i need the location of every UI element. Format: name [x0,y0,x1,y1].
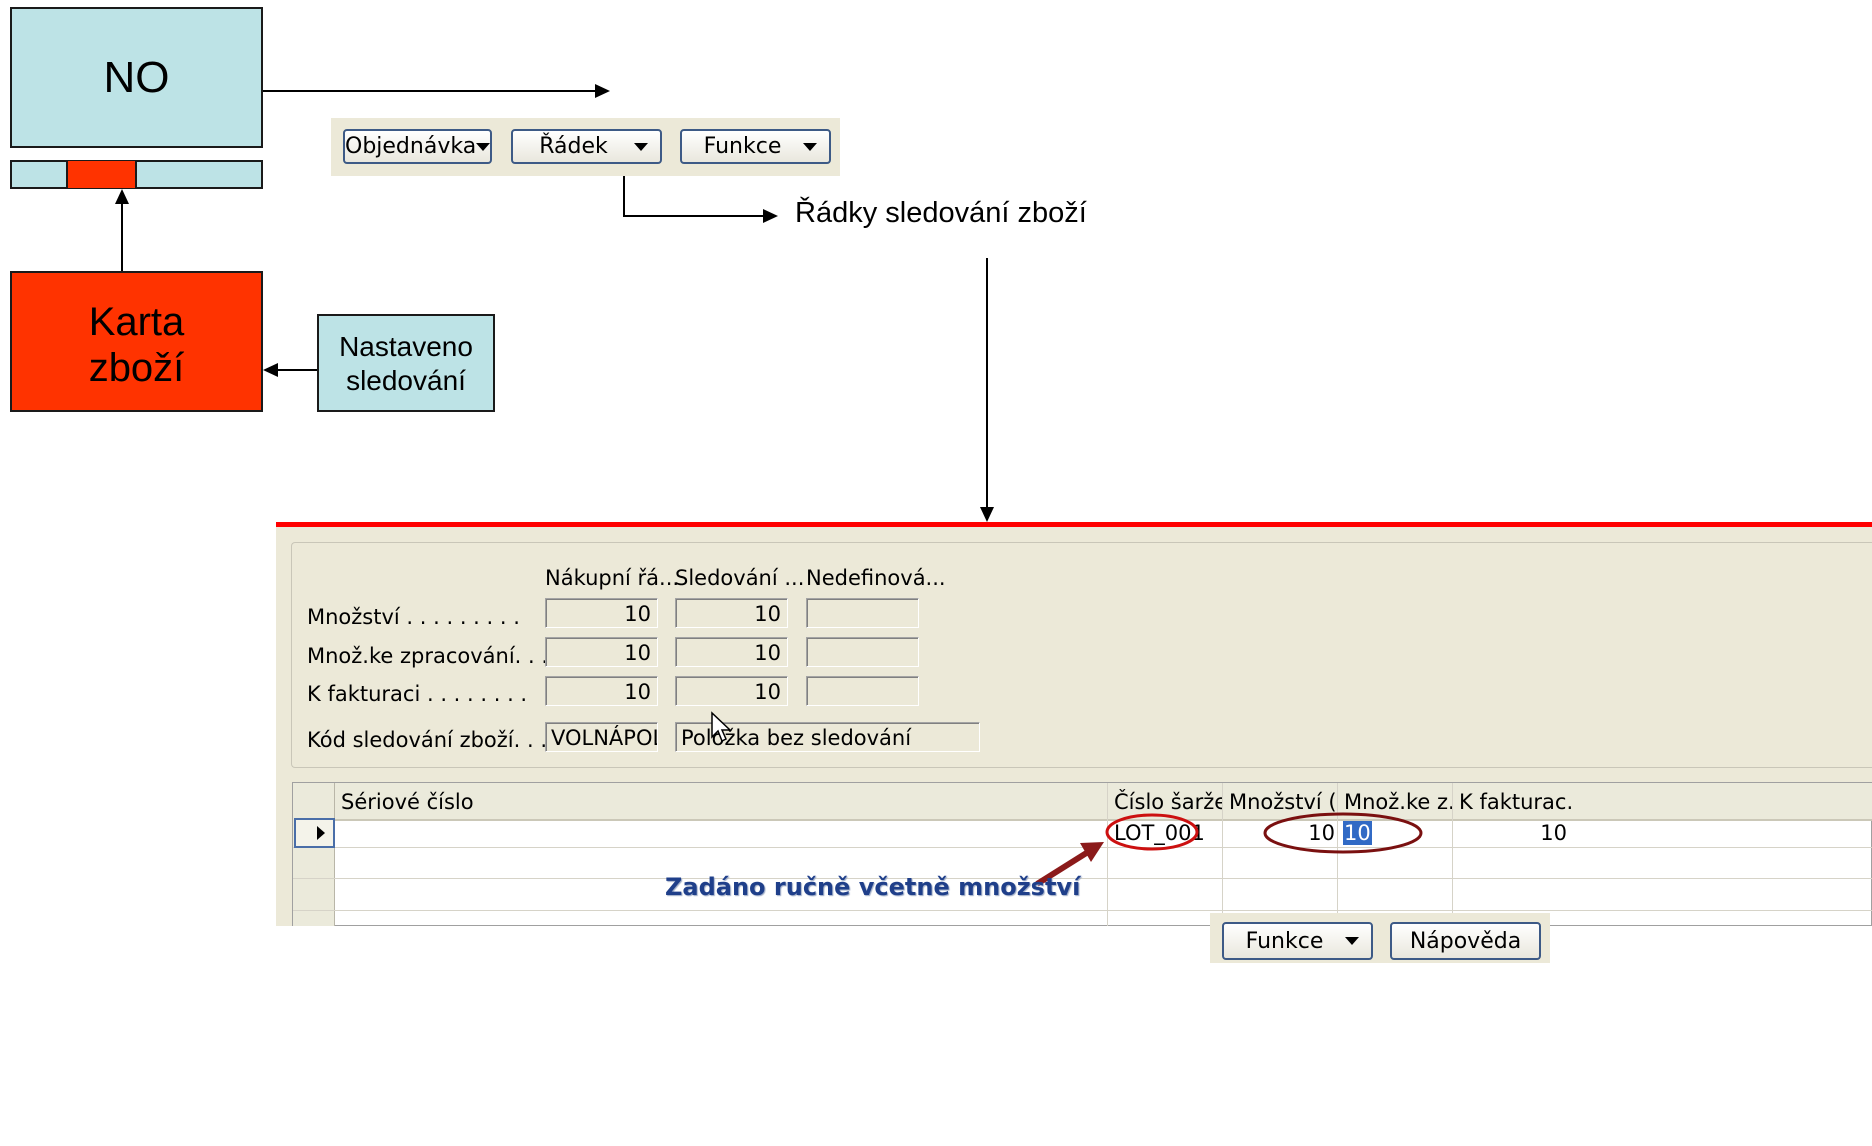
help-button-label: Nápověda [1409,928,1522,954]
help-button[interactable]: Nápověda [1390,922,1541,960]
footer-functions-button[interactable]: Funkce [1222,922,1373,960]
annotation-overlay [1035,812,1423,887]
chevron-down-icon [1345,937,1359,945]
annotation-text: Zadáno ručně včetně množství [665,873,1081,901]
footer-functions-label: Funkce [1245,928,1324,954]
